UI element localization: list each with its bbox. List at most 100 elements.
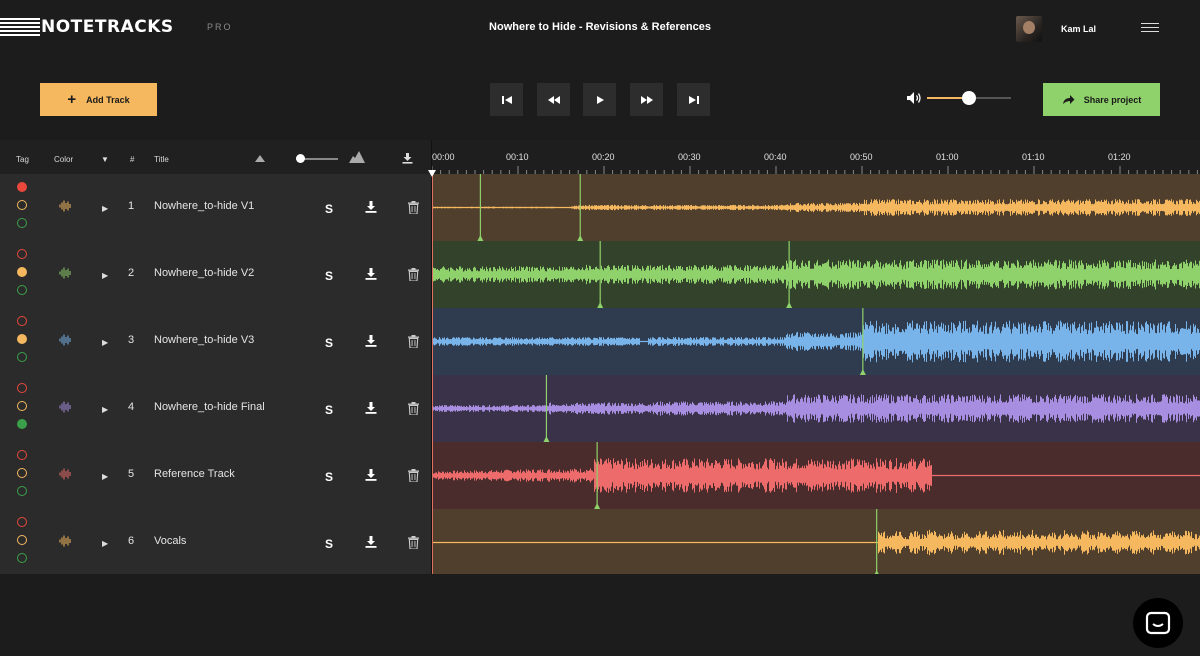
time-tick-label: 00:50 (850, 152, 873, 162)
time-ruler[interactable] (432, 166, 1200, 174)
header-color[interactable]: Color (54, 155, 73, 164)
tag-red[interactable] (17, 383, 27, 393)
expand-icon[interactable]: ▶ (102, 539, 108, 548)
skip-forward-icon (688, 95, 699, 104)
tag-red[interactable] (17, 517, 27, 527)
tag-orange[interactable] (17, 468, 27, 478)
tag-orange[interactable] (17, 401, 27, 411)
solo-button[interactable]: S (325, 269, 333, 283)
trash-icon[interactable] (408, 201, 419, 214)
waveform-icon[interactable] (59, 535, 71, 547)
tag-orange[interactable] (17, 200, 27, 210)
download-icon[interactable] (365, 402, 377, 414)
skip-back-button[interactable] (490, 83, 523, 116)
playhead-handle[interactable] (428, 170, 436, 177)
volume-icon[interactable] (906, 91, 922, 105)
solo-button[interactable]: S (325, 202, 333, 216)
tag-green[interactable] (17, 553, 27, 563)
expand-icon[interactable]: ▶ (102, 338, 108, 347)
header-number[interactable]: # (130, 155, 134, 164)
waveform-lane[interactable] (432, 241, 1200, 308)
zoom-out-icon[interactable] (255, 154, 265, 162)
waveform-icon[interactable] (59, 267, 71, 279)
tag-orange[interactable] (17, 334, 27, 344)
track-row[interactable]: ▶ 1 Nowhere_to-hide V1 S (0, 174, 431, 241)
waveform (432, 375, 1200, 442)
empty-area (0, 574, 1200, 656)
tag-green[interactable] (17, 486, 27, 496)
download-all-icon[interactable] (402, 153, 413, 164)
expand-icon[interactable]: ▶ (102, 204, 108, 213)
volume-slider-knob[interactable] (962, 91, 976, 105)
fast-forward-button[interactable] (630, 83, 663, 116)
tag-green[interactable] (17, 352, 27, 362)
waveform-lane[interactable] (432, 308, 1200, 375)
track-row[interactable]: ▶ 3 Nowhere_to-hide V3 S (0, 308, 431, 375)
solo-button[interactable]: S (325, 403, 333, 417)
waveform-lane[interactable] (432, 174, 1200, 241)
download-icon[interactable] (365, 268, 377, 280)
menu-icon[interactable] (1141, 23, 1159, 34)
waveform-icon[interactable] (59, 401, 71, 413)
download-icon[interactable] (365, 536, 377, 548)
waveform-icon[interactable] (59, 200, 71, 212)
solo-button[interactable]: S (325, 537, 333, 551)
download-icon[interactable] (365, 201, 377, 213)
tag-red[interactable] (17, 182, 27, 192)
expand-icon[interactable]: ▶ (102, 405, 108, 414)
track-title[interactable]: Nowhere_to-hide V3 (154, 334, 254, 346)
add-track-button[interactable]: + Add Track (40, 83, 157, 116)
skip-forward-button[interactable] (677, 83, 710, 116)
track-row[interactable]: ▶ 4 Nowhere_to-hide Final S (0, 375, 431, 442)
track-title[interactable]: Vocals (154, 535, 186, 547)
tag-red[interactable] (17, 450, 27, 460)
tag-red[interactable] (17, 316, 27, 326)
trash-icon[interactable] (408, 469, 419, 482)
track-title[interactable]: Nowhere_to-hide V1 (154, 200, 254, 212)
trash-icon[interactable] (408, 335, 419, 348)
share-project-button[interactable]: Share project (1043, 83, 1160, 116)
tag-red[interactable] (17, 249, 27, 259)
expand-icon[interactable]: ▶ (102, 271, 108, 280)
play-button[interactable] (583, 83, 616, 116)
track-row[interactable]: ▶ 5 Reference Track S (0, 442, 431, 509)
zoom-in-icon[interactable] (349, 151, 365, 163)
waveform-lane[interactable] (432, 375, 1200, 442)
trash-icon[interactable] (408, 402, 419, 415)
track-title[interactable]: Nowhere_to-hide V2 (154, 267, 254, 279)
waveform-lane[interactable] (432, 509, 1200, 576)
time-tick-label: 00:30 (678, 152, 701, 162)
track-row[interactable]: ▶ 6 Vocals S (0, 509, 431, 576)
header-title[interactable]: Title (154, 155, 169, 164)
rewind-button[interactable] (537, 83, 570, 116)
tag-green[interactable] (17, 419, 27, 429)
rewind-icon (547, 95, 560, 104)
waveform-lane[interactable] (432, 442, 1200, 509)
header-tag[interactable]: Tag (16, 155, 29, 164)
time-tick-label: 00:10 (506, 152, 529, 162)
tag-orange[interactable] (17, 535, 27, 545)
trash-icon[interactable] (408, 268, 419, 281)
tag-green[interactable] (17, 218, 27, 228)
fast-forward-icon (640, 95, 653, 104)
volume-slider[interactable] (927, 91, 1011, 105)
track-title[interactable]: Reference Track (154, 468, 235, 480)
solo-button[interactable]: S (325, 336, 333, 350)
waveform (432, 442, 1200, 509)
chat-button[interactable] (1133, 598, 1183, 648)
trash-icon[interactable] (408, 536, 419, 549)
track-title[interactable]: Nowhere_to-hide Final (154, 401, 265, 413)
sort-caret-icon[interactable]: ▼ (101, 155, 109, 164)
tag-orange[interactable] (17, 267, 27, 277)
waveform-icon[interactable] (59, 468, 71, 480)
tag-green[interactable] (17, 285, 27, 295)
playhead[interactable] (432, 170, 433, 574)
user-name[interactable]: Kam Lal (1061, 24, 1096, 34)
user-avatar[interactable] (1016, 16, 1042, 42)
download-icon[interactable] (365, 335, 377, 347)
track-row[interactable]: ▶ 2 Nowhere_to-hide V2 S (0, 241, 431, 308)
download-icon[interactable] (365, 469, 377, 481)
waveform-icon[interactable] (59, 334, 71, 346)
expand-icon[interactable]: ▶ (102, 472, 108, 481)
solo-button[interactable]: S (325, 470, 333, 484)
